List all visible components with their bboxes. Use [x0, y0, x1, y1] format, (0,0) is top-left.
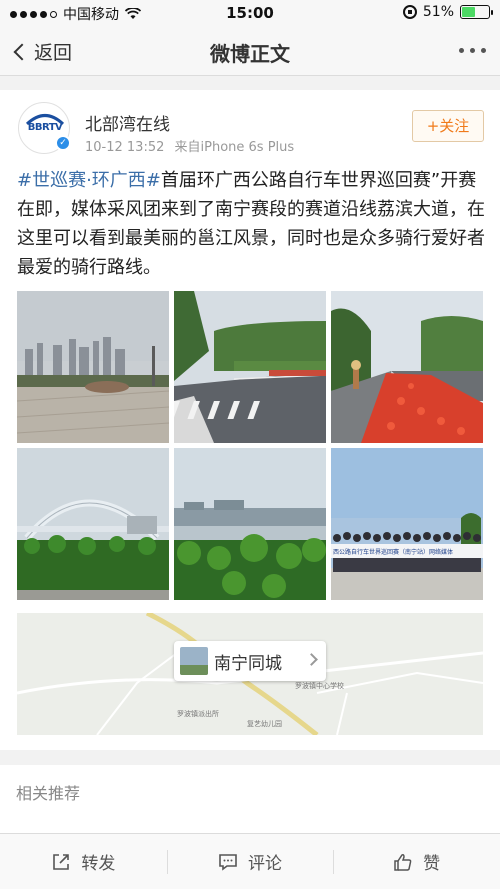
post-body: #世巡赛·环广西#首届环广西公路自行车世界巡回赛”开赛在即，媒体采风团来到了南宁…: [17, 166, 485, 282]
avatar[interactable]: BBRTV ✓: [18, 102, 71, 154]
more-options-icon[interactable]: [459, 48, 486, 53]
page-title: 微博正文: [210, 42, 290, 66]
chevron-right-icon: [305, 653, 318, 666]
photo-5[interactable]: [174, 448, 326, 600]
orientation-lock-icon: [402, 5, 417, 19]
bottom-toolbar: 转发 评论 赞: [0, 833, 500, 889]
map-label-school: 罗波镇中心学校: [295, 682, 344, 690]
battery-fill: [462, 7, 476, 17]
battery-percent: 51%: [422, 4, 454, 20]
topic-link[interactable]: #世巡赛·环广西#: [17, 170, 161, 191]
map-label-police: 罗波镇派出所: [177, 710, 219, 718]
post-time: 10-12 13:52: [85, 140, 165, 155]
post-source: 来自iPhone 6s Plus: [174, 140, 295, 155]
location-thumbnail: [180, 647, 208, 675]
repost-button[interactable]: 转发: [0, 834, 167, 889]
related-section: 相关推荐: [0, 765, 500, 835]
map-label-kindergarten: 复艺幼儿园: [247, 720, 282, 728]
comment-button[interactable]: 评论: [166, 834, 334, 889]
comment-icon: [219, 853, 237, 871]
verified-badge-icon: ✓: [55, 135, 71, 151]
nav-bar: 返回 微博正文: [0, 26, 500, 76]
post-card: BBRTV ✓ 北部湾在线 10-12 13:52 来自iPhone 6s Pl…: [0, 90, 500, 750]
battery-icon: [460, 5, 493, 19]
follow-button[interactable]: +关注: [412, 110, 484, 142]
thumbs-up-icon: [394, 853, 412, 871]
photo-grid: 西公路自行车世界巡回赛（南宁站）网络媒体: [17, 291, 483, 600]
comment-label: 评论: [248, 854, 282, 874]
photo-3[interactable]: [331, 291, 483, 443]
repost-label: 转发: [81, 854, 116, 874]
location-card[interactable]: 罗波镇中心学校 罗波镇派出所 复艺幼儿园 南宁同城: [17, 613, 483, 735]
author-name[interactable]: 北部湾在线: [85, 110, 170, 135]
photo-2[interactable]: [174, 291, 326, 443]
photo-6[interactable]: 西公路自行车世界巡回赛（南宁站）网络媒体: [331, 448, 483, 600]
status-right: 51%: [402, 4, 493, 20]
repost-icon: [53, 853, 70, 870]
location-name: 南宁同城: [214, 653, 282, 674]
status-bar: 中国移动 15:00 51%: [0, 0, 500, 26]
photo-1[interactable]: [17, 291, 169, 443]
like-label: 赞: [423, 854, 441, 874]
post-meta: 10-12 13:52 来自iPhone 6s Plus: [85, 136, 294, 155]
location-chip[interactable]: 南宁同城: [174, 641, 326, 681]
banner-text: 西公路自行车世界巡回赛（南宁站）网络媒体: [333, 548, 453, 556]
photo-4[interactable]: [17, 448, 169, 600]
like-button[interactable]: 赞: [333, 834, 500, 889]
related-title: 相关推荐: [16, 784, 81, 803]
